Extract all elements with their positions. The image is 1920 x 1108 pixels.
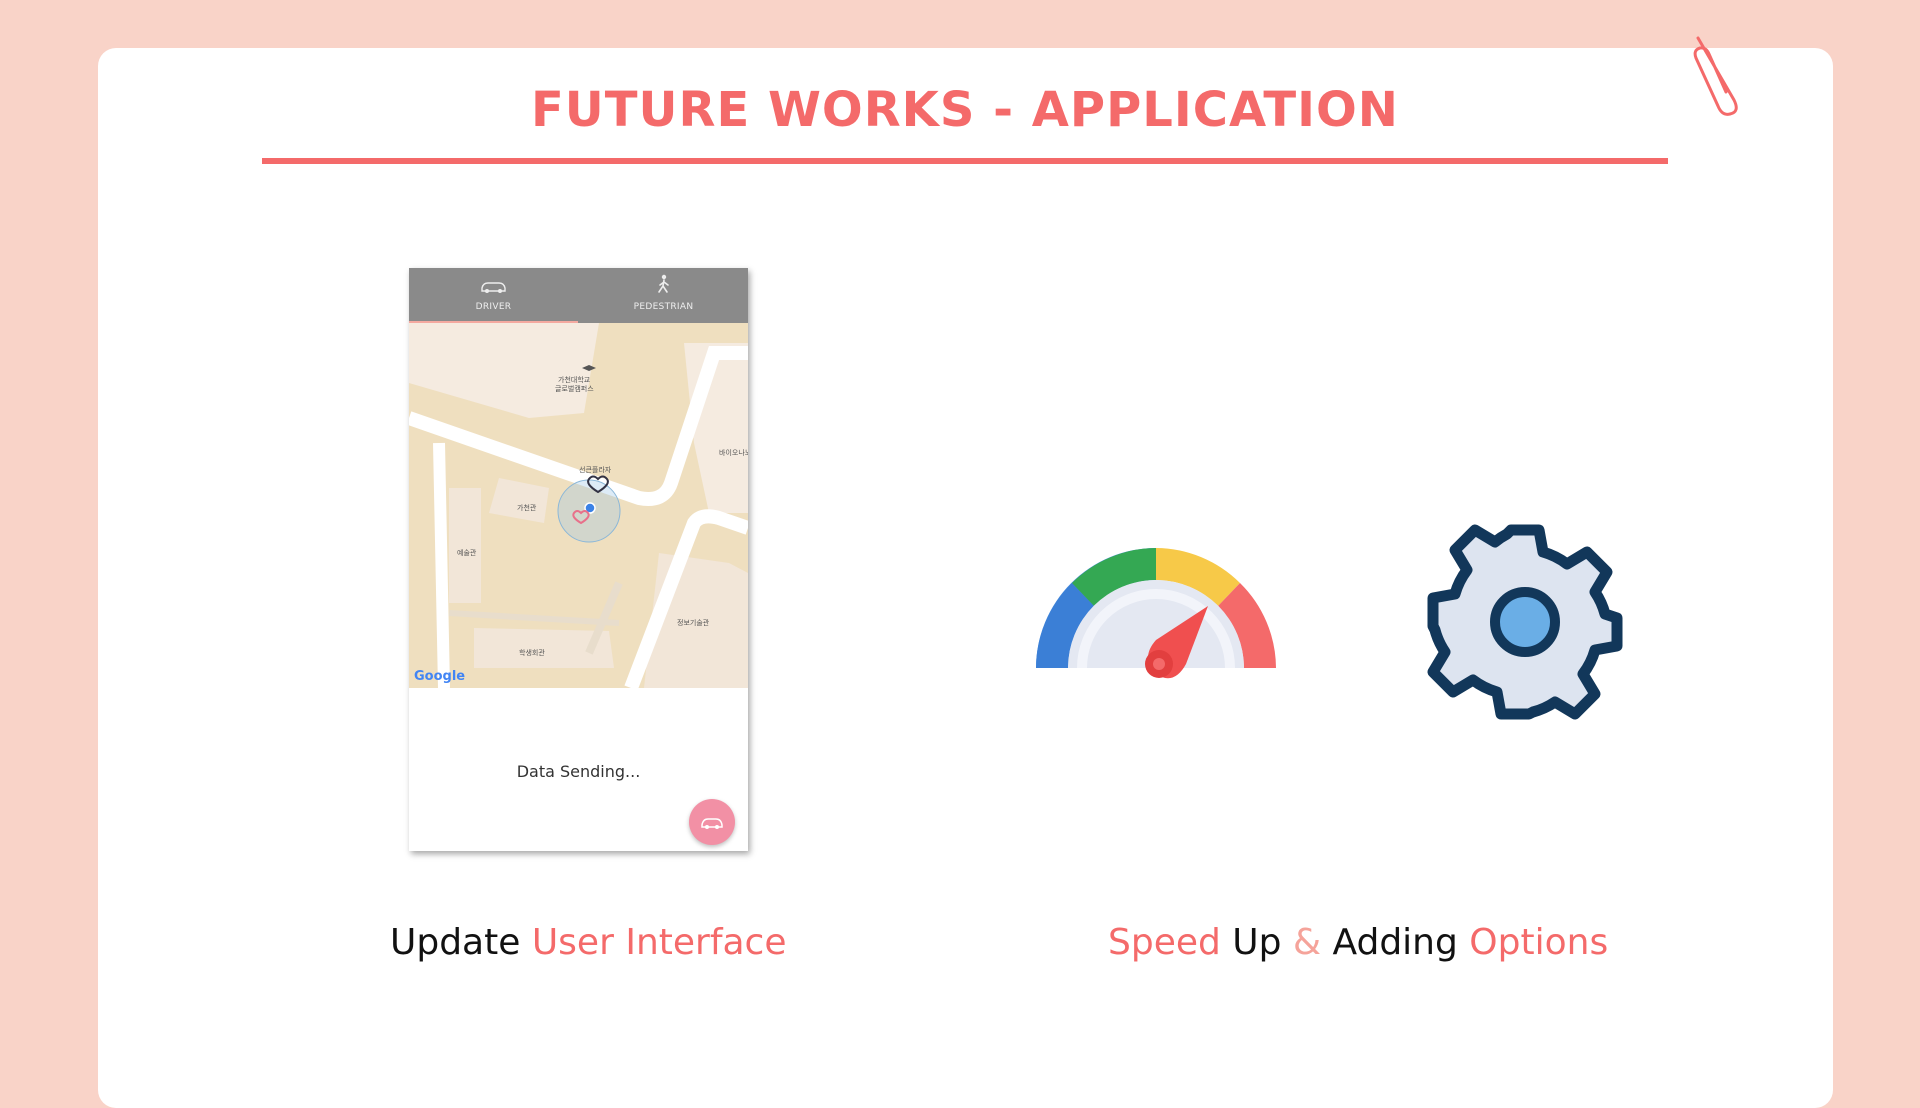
tab-driver-label: DRIVER bbox=[475, 302, 512, 312]
status-text: Data Sending... bbox=[516, 762, 641, 781]
map-label: 가천관 bbox=[517, 504, 537, 512]
caption-plain: Update bbox=[390, 922, 532, 963]
app-screenshot: DRIVER PEDESTRIAN 가천대학교 글로벌캠퍼스 선큰플라자 가천관… bbox=[409, 268, 748, 851]
tab-pedestrian[interactable]: PEDESTRIAN bbox=[579, 268, 748, 323]
tab-driver[interactable]: DRIVER bbox=[409, 268, 578, 323]
caption-speed-options: Speed Up & Adding Options bbox=[1108, 922, 1608, 963]
map-label: 학생회관 bbox=[519, 649, 545, 657]
map-view[interactable]: 가천대학교 글로벌캠퍼스 선큰플라자 가천관 예술관 정보기술관 학생회관 바이… bbox=[409, 323, 748, 688]
title-underline bbox=[262, 158, 1668, 164]
map-label: 글로벌캠퍼스 bbox=[555, 385, 594, 393]
drive-fab-button[interactable] bbox=[689, 799, 735, 845]
caption-adding: Adding bbox=[1321, 922, 1470, 963]
caption-up: Up bbox=[1220, 922, 1293, 963]
caption-update-ui: Update User Interface bbox=[390, 922, 787, 963]
pedestrian-icon bbox=[658, 274, 669, 293]
caption-speed: Speed bbox=[1108, 922, 1221, 963]
tab-bar: DRIVER PEDESTRIAN bbox=[409, 268, 748, 323]
map-label: 정보기술관 bbox=[677, 619, 710, 627]
speedometer-icon bbox=[1036, 548, 1276, 679]
map-label: 바이오나노 bbox=[719, 449, 748, 457]
car-icon bbox=[481, 282, 506, 293]
caption-ampersand: & bbox=[1292, 922, 1322, 963]
caption-accent: User Interface bbox=[531, 922, 787, 963]
map-label: 선큰플라자 bbox=[579, 466, 612, 474]
caption-options: Options bbox=[1469, 922, 1609, 963]
page-title: FUTURE WORKS - APPLICATION bbox=[531, 82, 1399, 138]
gear-icon bbox=[1427, 524, 1623, 720]
map-label: 예술관 bbox=[457, 549, 477, 557]
tab-pedestrian-label: PEDESTRIAN bbox=[633, 302, 694, 312]
car-icon bbox=[701, 818, 723, 829]
google-logo: Google bbox=[414, 669, 466, 684]
